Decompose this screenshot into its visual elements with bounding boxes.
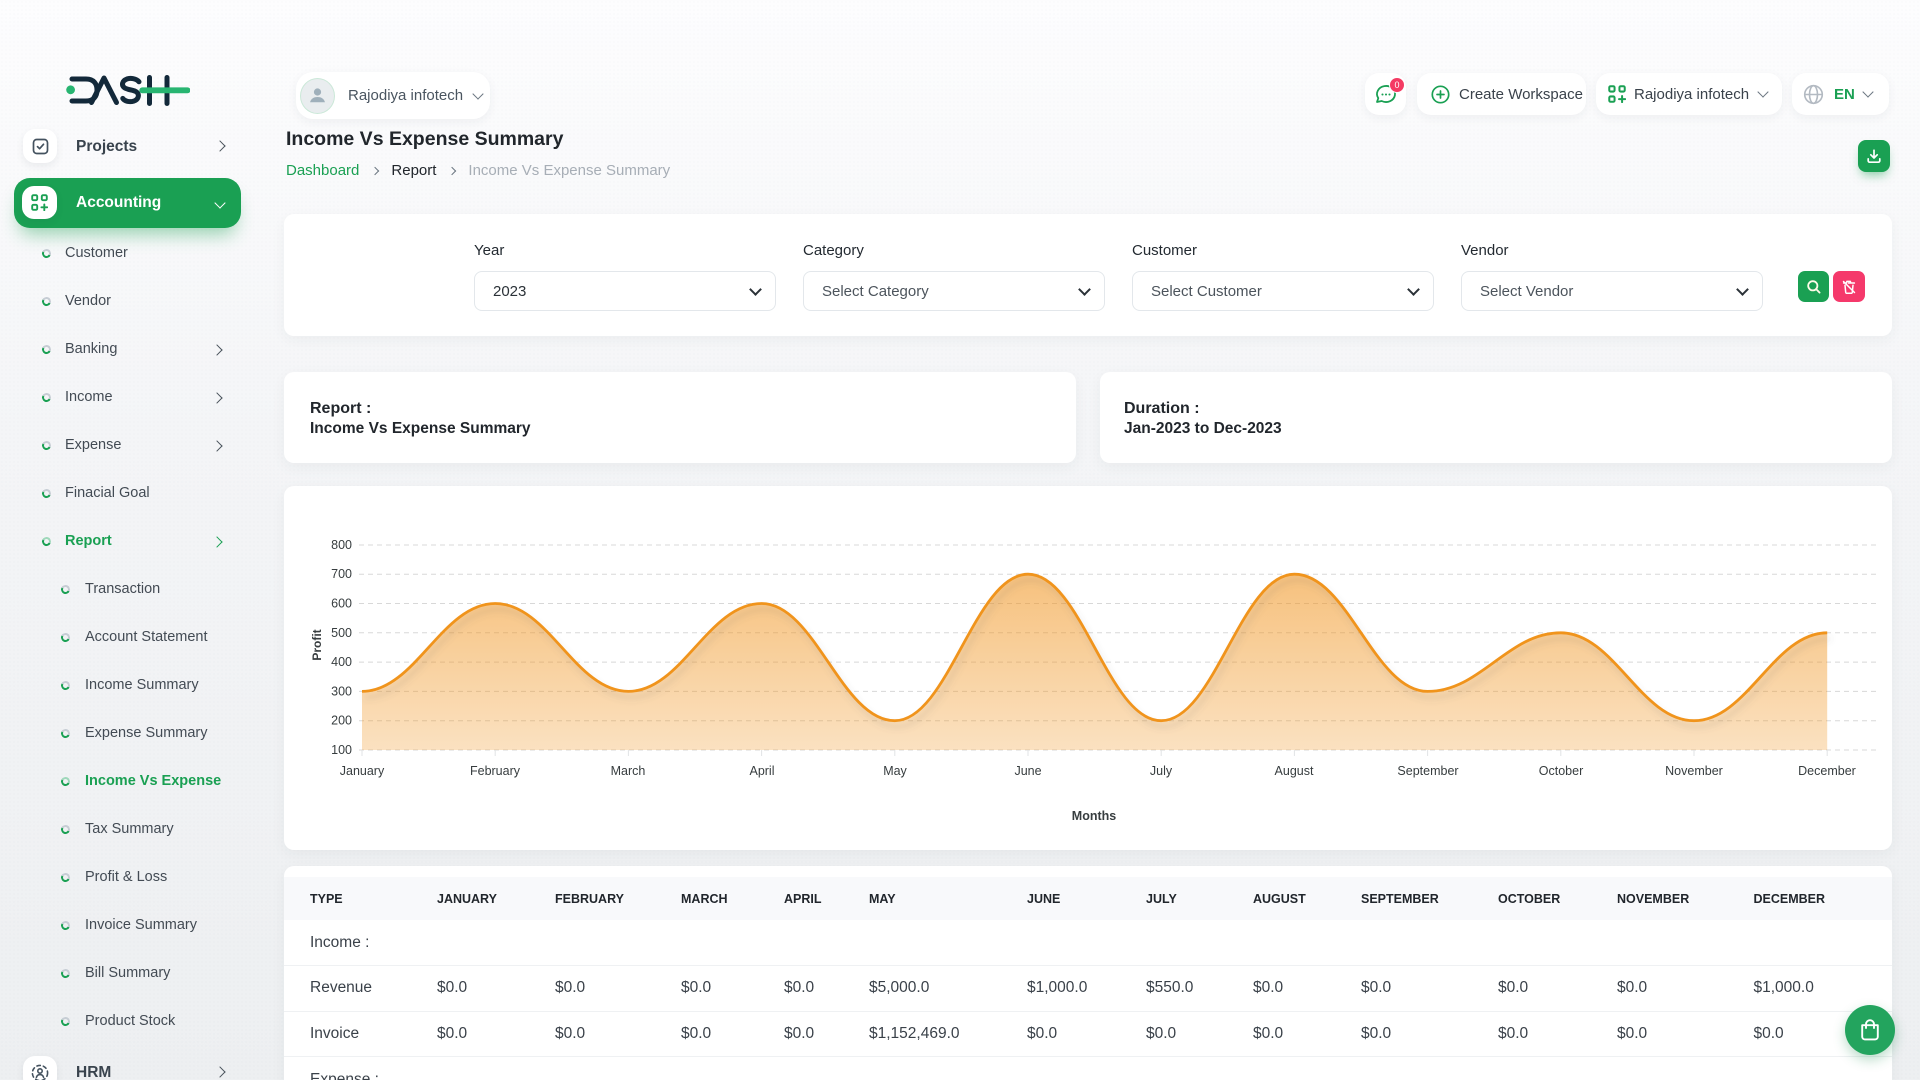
svg-text:300: 300 — [331, 684, 352, 698]
svg-text:February: February — [470, 764, 521, 778]
svg-text:August: August — [1275, 764, 1314, 778]
svg-text:November: November — [1665, 764, 1723, 778]
svg-text:September: September — [1397, 764, 1458, 778]
svg-text:100: 100 — [331, 743, 352, 757]
svg-text:December: December — [1798, 764, 1856, 778]
svg-text:April: April — [749, 764, 774, 778]
svg-text:400: 400 — [331, 655, 352, 669]
svg-text:October: October — [1539, 764, 1583, 778]
svg-text:Months: Months — [1072, 809, 1116, 823]
svg-text:July: July — [1150, 764, 1173, 778]
svg-text:May: May — [883, 764, 907, 778]
svg-text:March: March — [611, 764, 646, 778]
svg-text:600: 600 — [331, 597, 352, 611]
svg-text:200: 200 — [331, 714, 352, 728]
svg-text:June: June — [1014, 764, 1041, 778]
svg-text:700: 700 — [331, 567, 352, 581]
svg-text:500: 500 — [331, 626, 352, 640]
svg-text:January: January — [340, 764, 385, 778]
svg-text:800: 800 — [331, 538, 352, 552]
svg-text:Profit: Profit — [310, 629, 324, 660]
